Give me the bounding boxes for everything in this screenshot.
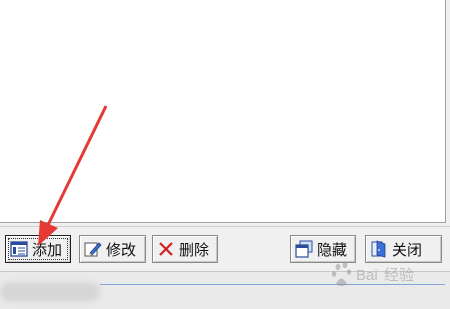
door-icon xyxy=(370,240,388,258)
add-button[interactable]: 添加 xyxy=(5,235,71,263)
pencil-icon xyxy=(84,240,102,258)
edit-button-label: 修改 xyxy=(106,240,137,259)
toolbar-divider xyxy=(0,226,450,227)
status-line xyxy=(100,284,445,285)
add-button-label: 添加 xyxy=(32,240,63,259)
status-bar xyxy=(0,271,450,309)
x-icon xyxy=(157,240,175,258)
blurred-status-text xyxy=(0,282,100,302)
content-pane xyxy=(0,0,446,223)
list-icon xyxy=(10,240,28,258)
close-button-label: 关闭 xyxy=(392,240,423,259)
windows-icon xyxy=(295,240,313,258)
close-button[interactable]: 关闭 xyxy=(365,235,442,263)
hide-button[interactable]: 隐藏 xyxy=(290,235,356,263)
app-window: 添加 修改 删除 隐藏 关闭 Bai 经验 xyxy=(0,0,450,309)
delete-button-label: 删除 xyxy=(179,240,210,259)
edit-button[interactable]: 修改 xyxy=(79,235,146,263)
delete-button[interactable]: 删除 xyxy=(152,235,218,263)
hide-button-label: 隐藏 xyxy=(317,240,348,259)
